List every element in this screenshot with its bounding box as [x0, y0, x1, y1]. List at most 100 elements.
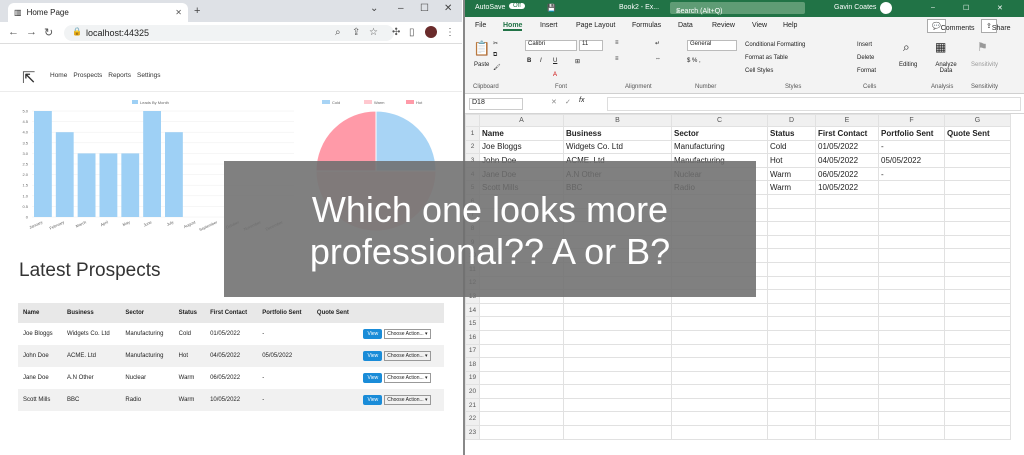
cell[interactable] [878, 316, 945, 331]
view-button[interactable]: View [363, 395, 383, 405]
underline-icon[interactable]: U [553, 58, 557, 64]
cell[interactable] [479, 329, 564, 345]
tab-data[interactable]: Data [678, 22, 693, 29]
cell[interactable]: 01/05/2022 [815, 139, 879, 155]
cell[interactable] [767, 425, 816, 440]
cell[interactable]: Widgets Co. Ltd [563, 139, 672, 155]
new-tab-icon[interactable]: + [194, 5, 200, 17]
column-header[interactable]: F [878, 114, 945, 127]
cell[interactable] [671, 411, 768, 427]
cell[interactable] [767, 411, 816, 427]
merge-icon[interactable]: ⇔ [655, 56, 661, 62]
cell[interactable] [767, 370, 816, 386]
cell[interactable]: 04/05/2022 [815, 153, 879, 168]
cell[interactable] [479, 411, 564, 427]
row-header[interactable]: 23 [465, 425, 480, 440]
cell[interactable] [767, 343, 816, 359]
analyze-data-button[interactable]: Analyze Data [931, 62, 961, 74]
cell[interactable] [479, 316, 564, 331]
cell[interactable] [815, 234, 879, 250]
cell[interactable] [815, 207, 879, 223]
cell[interactable] [878, 289, 945, 304]
cell[interactable] [944, 166, 1011, 182]
zoom-icon[interactable]: ⌕ [335, 27, 341, 38]
cell[interactable] [563, 357, 672, 372]
sensitivity-button[interactable]: Sensitivity [971, 62, 998, 68]
choose-action-select[interactable]: Choose Action... ▾ [384, 351, 431, 361]
cell[interactable] [479, 425, 564, 440]
cell[interactable] [944, 193, 1011, 209]
cell[interactable] [671, 302, 768, 318]
cell[interactable] [767, 234, 816, 250]
cell[interactable]: - [878, 166, 945, 182]
cell[interactable] [563, 425, 672, 440]
cell[interactable] [815, 248, 879, 263]
font-name-select[interactable]: Calibri [525, 40, 577, 51]
format-button[interactable]: Format [857, 68, 876, 74]
function-icon[interactable]: fx [579, 97, 584, 104]
formula-input[interactable] [607, 97, 1021, 111]
cell[interactable] [479, 302, 564, 318]
extensions-icon[interactable]: ✣ [392, 27, 400, 38]
number-format-select[interactable]: General [687, 40, 737, 51]
editing-icon[interactable]: ⌕ [903, 40, 910, 55]
cell[interactable] [767, 193, 816, 209]
menu-icon[interactable]: ⋮ [445, 27, 455, 38]
cell[interactable]: Cold [767, 139, 816, 155]
cell[interactable] [479, 397, 564, 413]
wrap-icon[interactable]: ↵ [655, 40, 660, 47]
view-button[interactable]: View [363, 351, 383, 361]
cell[interactable] [767, 329, 816, 345]
forward-icon[interactable]: → [26, 26, 37, 38]
cell[interactable] [878, 234, 945, 250]
cell[interactable] [815, 370, 879, 386]
cell[interactable] [878, 275, 945, 291]
cell[interactable] [479, 343, 564, 359]
reload-icon[interactable]: ↻ [44, 26, 53, 39]
star-icon[interactable]: ☆ [369, 27, 378, 38]
select-all-corner[interactable] [465, 114, 480, 127]
minimize-icon[interactable]: – [931, 4, 935, 11]
currency-icon[interactable]: $ % , [687, 58, 701, 64]
url-field[interactable]: 🔒 localhost:44325 [64, 25, 394, 41]
cell[interactable] [479, 357, 564, 372]
cell[interactable] [815, 384, 879, 399]
row-header[interactable]: 15 [465, 316, 480, 331]
avatar[interactable] [880, 2, 892, 14]
cell[interactable] [767, 384, 816, 399]
align-top-icon[interactable]: ≡ [615, 40, 619, 46]
cell[interactable]: Business [563, 126, 672, 141]
cell[interactable] [815, 397, 879, 413]
row-header[interactable]: 20 [465, 384, 480, 399]
cell[interactable] [767, 221, 816, 236]
cell[interactable] [767, 302, 816, 318]
nav-settings[interactable]: Settings [137, 72, 161, 79]
view-button[interactable]: View [363, 329, 383, 339]
row-header[interactable]: 21 [465, 397, 480, 413]
cell[interactable] [944, 397, 1011, 413]
browser-tab[interactable]: ▥ Home Page ✕ [8, 3, 188, 22]
tab-view[interactable]: View [752, 22, 767, 29]
cell[interactable]: Hot [767, 153, 816, 168]
chevron-down-icon[interactable]: ⌄ [370, 3, 378, 14]
borders-icon[interactable]: ⊞ [575, 58, 580, 65]
cell[interactable] [878, 411, 945, 427]
maximize-icon[interactable]: ☐ [420, 3, 429, 14]
cell[interactable] [671, 370, 768, 386]
cell[interactable] [878, 261, 945, 277]
editing-button[interactable]: Editing [899, 62, 917, 68]
choose-action-select[interactable]: Choose Action... ▾ [384, 373, 431, 383]
row-header[interactable]: 1 [465, 126, 480, 141]
cell[interactable] [671, 425, 768, 440]
tab-formulas[interactable]: Formulas [632, 22, 661, 29]
align-left-icon[interactable]: ≡ [615, 56, 619, 62]
cell[interactable]: Manufacturing [671, 139, 768, 155]
cell[interactable] [671, 316, 768, 331]
back-icon[interactable]: ← [8, 26, 19, 38]
cell[interactable]: 06/05/2022 [815, 166, 879, 182]
cell[interactable]: Portfolio Sent [878, 126, 945, 141]
cell[interactable] [944, 411, 1011, 427]
cell[interactable] [563, 316, 672, 331]
row-header[interactable]: 14 [465, 302, 480, 318]
cell[interactable] [944, 248, 1011, 263]
